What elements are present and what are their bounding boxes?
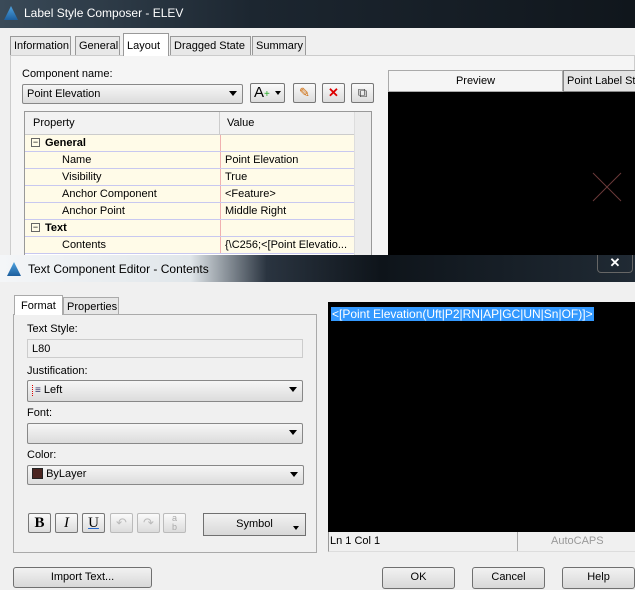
tab-dragged-state[interactable]: Dragged State [170,36,251,55]
import-text-button[interactable]: Import Text... [13,567,152,588]
chevron-down-icon [293,526,299,530]
grid-row[interactable]: Visibility True [25,169,371,186]
symbol-button[interactable]: Symbol [203,513,306,536]
window-title: Label Style Composer - ELEV [24,6,184,20]
chevron-down-icon [289,387,297,392]
editor-content[interactable]: <[Point Elevation(Uft|P2|RN|AP|GC|UN|Sn|… [331,307,594,321]
text-style-label: Text Style: [27,323,78,335]
bold-button[interactable]: B [28,513,51,533]
status-position: Ln 1 Col 1 [330,535,381,547]
text-style-field: L80 [27,339,303,358]
point-marker-icon [592,172,622,202]
underline-button[interactable]: U [82,513,105,533]
tab-format[interactable]: Format [14,295,63,315]
tab-preview[interactable]: Preview [388,70,563,92]
tab-layout[interactable]: Layout [123,33,169,56]
italic-button[interactable]: I [55,513,78,533]
category-general[interactable]: − General [25,135,371,152]
chevron-down-icon [275,91,281,95]
add-component-button[interactable]: A+ [250,83,285,103]
editor-title-bar: Text Component Editor - Contents ✕ [0,255,635,282]
tab-point-label-style[interactable]: Point Label Sty [563,70,635,92]
component-name-value: Point Elevation [27,88,101,100]
chevron-down-icon [290,472,298,477]
justification-value: Left [43,384,63,396]
header-value: Value [227,117,255,129]
ok-button[interactable]: OK [382,567,455,589]
color-dropdown[interactable]: ByLayer [27,465,304,485]
align-left-icon: ≡ [32,385,41,396]
stack-fraction-icon[interactable]: ab [163,513,186,533]
redo-icon[interactable]: ↷ [137,513,160,533]
collapse-icon[interactable]: − [31,138,40,147]
component-name-label: Component name: [22,68,113,80]
text-editor-area[interactable]: <[Point Elevation(Uft|P2|RN|AP|GC|UN|Sn|… [328,302,635,532]
header-property: Property [33,117,75,129]
main-title-bar: Label Style Composer - ELEV [0,0,635,28]
justification-label: Justification: [27,365,88,377]
collapse-icon[interactable]: − [31,223,40,232]
component-name-dropdown[interactable]: Point Elevation [22,84,243,104]
draw-order-icon[interactable]: ⧉ [351,83,374,103]
tab-information[interactable]: Information [10,36,71,55]
preview-canvas [388,92,635,255]
color-label: Color: [27,449,57,461]
color-swatch [32,468,43,479]
category-text[interactable]: − Text [25,220,371,237]
delete-component-icon[interactable]: ✕ [322,83,345,103]
app-icon [7,262,21,276]
copy-component-icon[interactable]: ✎ [293,83,316,103]
help-button[interactable]: Help [562,567,635,589]
editor-status-bar: Ln 1 Col 1 AutoCAPS [328,532,635,552]
color-value: ByLayer [46,468,87,480]
cancel-button[interactable]: Cancel [472,567,545,589]
grid-row[interactable]: Anchor Point Middle Right [25,203,371,220]
undo-icon[interactable]: ↶ [110,513,133,533]
editor-title: Text Component Editor - Contents [28,262,209,276]
tab-general[interactable]: General [75,36,120,55]
grid-row-contents[interactable]: Contents {\C256;<[Point Elevatio... [25,237,371,254]
grid-row[interactable]: Name Point Elevation [25,152,371,169]
grid-row[interactable]: Anchor Component <Feature> [25,186,371,203]
property-grid: Property Value − General Name Point Elevat… [24,111,372,256]
status-autocaps: AutoCAPS [551,535,604,547]
app-icon [4,6,18,20]
chevron-down-icon [229,91,237,96]
font-dropdown[interactable] [27,423,303,444]
justification-dropdown[interactable]: ≡ Left [27,380,303,402]
close-button[interactable]: ✕ [597,255,633,273]
grid-header: Property Value [25,112,371,135]
chevron-down-icon [289,430,297,435]
tab-summary[interactable]: Summary [252,36,306,55]
font-label: Font: [27,407,53,419]
tab-properties[interactable]: Properties [63,297,119,315]
grid-scrollbar[interactable] [354,112,371,255]
